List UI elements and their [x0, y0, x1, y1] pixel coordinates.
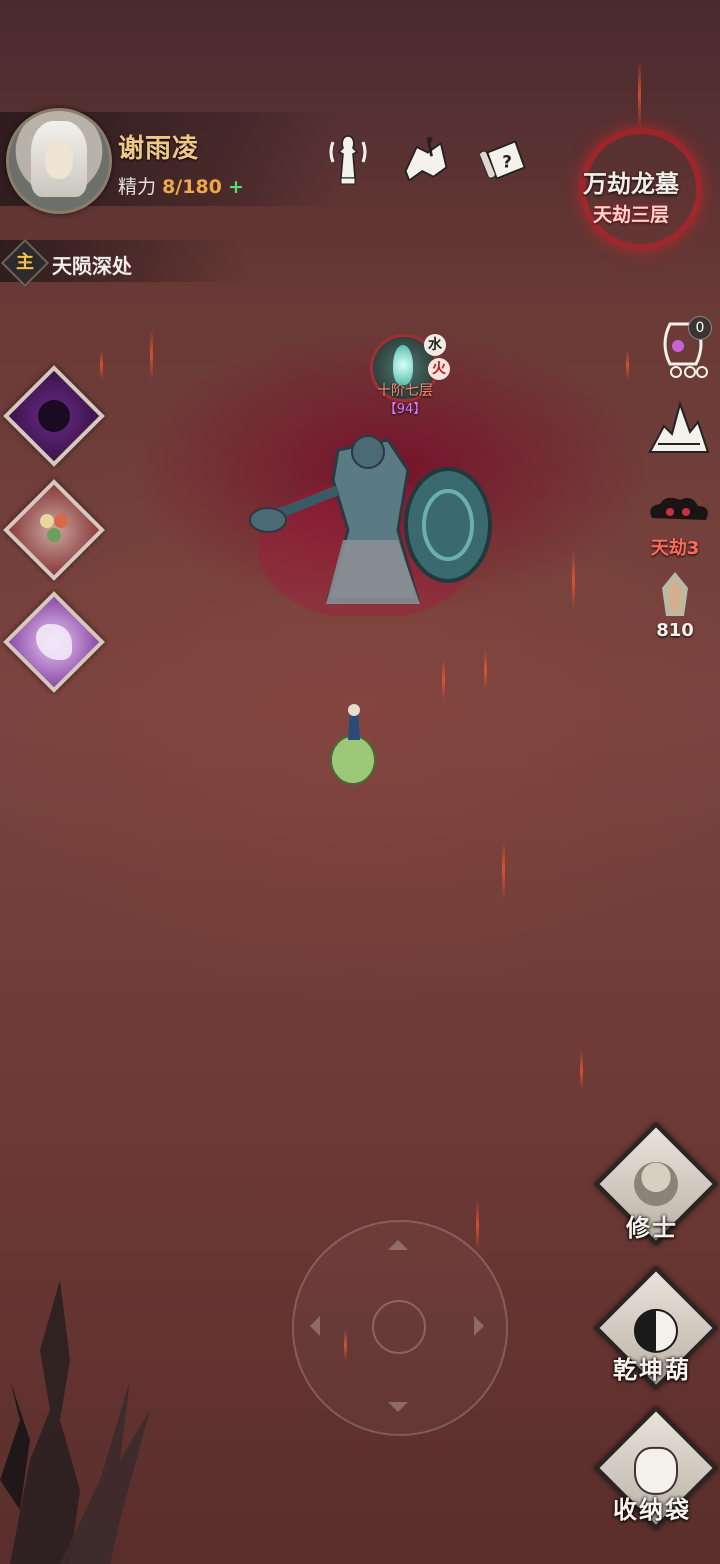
rain-streak [100, 350, 103, 380]
tribulation-label: 天劫3 [650, 538, 700, 559]
joystick-down-arrow-icon [388, 1402, 408, 1422]
energy-value: 8/180 [162, 176, 222, 198]
dark-cloud-icon [650, 497, 708, 520]
player-name: 谢雨凌 [118, 134, 200, 164]
quest-badge-label: 主 [16, 252, 34, 273]
armored-warrior-enemy[interactable] [248, 430, 498, 616]
player-character [330, 704, 376, 785]
rain-streak [484, 650, 487, 690]
fire-element-badge: 火 [428, 358, 450, 380]
boss-power: 【94】 [383, 402, 427, 417]
storage-bag-label: 收纳袋 [613, 1496, 691, 1524]
yin-yang-gourd-icon [634, 1308, 678, 1353]
location-floor: 天劫三层 [592, 204, 669, 226]
rain-streak [150, 330, 153, 380]
player-avatar[interactable] [6, 108, 112, 214]
bell-tower-button[interactable] [322, 132, 374, 188]
rain-streak [638, 60, 641, 130]
cultivator-label: 修士 [626, 1214, 678, 1242]
rain-streak [580, 1050, 583, 1090]
boss-flame-icon [393, 345, 413, 385]
joystick-right-arrow-icon [474, 1316, 494, 1336]
water-element-badge: 水 [424, 334, 446, 356]
fox-spirit-skill[interactable] [3, 591, 105, 693]
map-scroll-icon [404, 136, 448, 182]
pet-count-badge: 0 [688, 316, 712, 340]
fox-spirit-icon [36, 624, 72, 660]
rain-streak [476, 1200, 479, 1250]
spirit-crystal-display[interactable]: 810 [640, 570, 710, 646]
dango-skill[interactable] [3, 479, 105, 581]
joystick-left-arrow-icon [300, 1316, 320, 1336]
mountain-peak-icon [648, 400, 710, 453]
spirit-crystal-icon [662, 572, 688, 616]
straw-hat-icon [634, 1162, 678, 1206]
energy-display: 精力 8/180 + [118, 172, 244, 199]
crystal-count: 810 [656, 620, 694, 641]
thorn-plant-decoration [0, 1280, 150, 1564]
quest-title[interactable]: 天陨深处 [52, 250, 132, 279]
pet-summon-button[interactable]: 0 [656, 314, 712, 384]
gourd-label: 乾坤葫 [613, 1356, 691, 1384]
joystick-up-arrow-icon [388, 1230, 408, 1250]
dango-icon [36, 512, 72, 548]
energy-add-button[interactable]: + [228, 176, 244, 198]
joystick-knob[interactable] [372, 1300, 426, 1354]
rain-streak [502, 840, 505, 900]
energy-label: 精力 [118, 176, 157, 198]
bell-tower-icon [329, 135, 367, 185]
storage-bag-icon [634, 1446, 678, 1495]
map-button[interactable] [400, 132, 452, 188]
rain-streak [442, 660, 445, 700]
boss-level: 十阶七层 [377, 383, 433, 399]
tribulation-indicator[interactable]: 天劫3 [640, 494, 716, 560]
svg-text:?: ? [502, 151, 512, 171]
shadow-demon-icon [38, 400, 70, 432]
shadow-demon-skill[interactable] [3, 365, 105, 467]
rain-streak [626, 350, 629, 380]
quest-log-button[interactable]: ? [480, 132, 532, 188]
mountain-peak-button[interactable] [648, 398, 710, 460]
rain-streak [572, 550, 575, 610]
quest-scroll-icon: ? [480, 140, 526, 180]
location-name[interactable]: 万劫龙墓 [572, 164, 690, 199]
